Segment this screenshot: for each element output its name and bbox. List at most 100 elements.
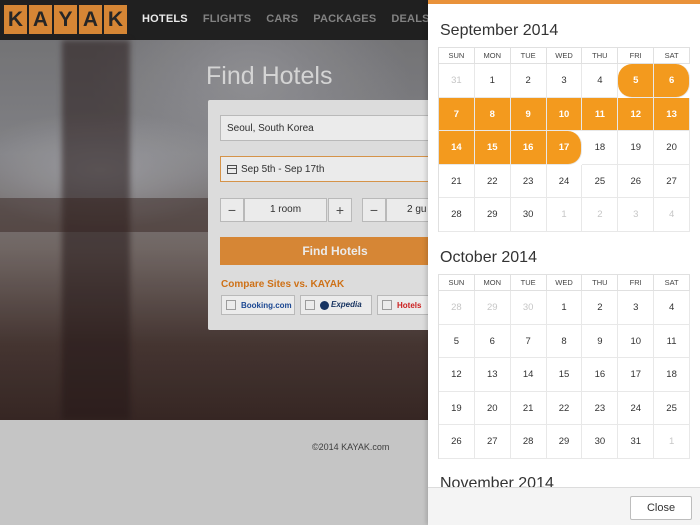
- week-row: 5 6 7 8 9 10 11: [439, 324, 691, 358]
- weekday-label: MON: [474, 48, 511, 64]
- weekday-label: SUN: [439, 275, 475, 291]
- month-year: 2014: [501, 249, 537, 266]
- selected-day-cell[interactable]: 9: [510, 97, 547, 131]
- weekday-label: FRI: [618, 275, 655, 291]
- weekday-label: TUE: [510, 275, 547, 291]
- day-cell[interactable]: 1: [546, 291, 583, 325]
- day-cell[interactable]: 18: [654, 358, 691, 392]
- selected-day-cell[interactable]: 17: [546, 131, 583, 165]
- calendar-grid: SUN MON TUE WED THU FRI SAT 28 29 30 1 2 3 4 5 6 7 8 9 10 11…: [438, 274, 691, 459]
- day-cell[interactable]: 2: [582, 198, 619, 232]
- selected-day-cell[interactable]: 14: [439, 131, 475, 165]
- day-cell[interactable]: 4: [654, 198, 691, 232]
- day-cell[interactable]: 31: [618, 425, 655, 459]
- selected-day-cell[interactable]: 6: [654, 64, 691, 98]
- weekday-label: SUN: [439, 48, 475, 64]
- day-cell[interactable]: 15: [546, 358, 583, 392]
- day-cell[interactable]: 23: [510, 164, 547, 198]
- day-cell[interactable]: 22: [474, 164, 511, 198]
- close-button[interactable]: Close: [630, 496, 692, 520]
- week-row: 14 15 16 17 18 19 20: [439, 131, 691, 165]
- week-row: 19 20 21 22 23 24 25: [439, 391, 691, 425]
- date-picker-panel: September 2014 SUN MON TUE WED THU FRI SAT 31 1 2…: [428, 0, 700, 525]
- weekday-label: MON: [474, 275, 511, 291]
- day-cell[interactable]: 27: [474, 425, 511, 459]
- day-cell[interactable]: 6: [474, 324, 511, 358]
- selected-day-cell[interactable]: 5: [618, 64, 655, 98]
- day-cell[interactable]: 28: [510, 425, 547, 459]
- month-october: October 2014 SUN MON TUE WED THU FRI SAT 28 29 30…: [438, 248, 691, 459]
- weekday-label: WED: [546, 48, 583, 64]
- week-row: 21 22 23 24 25 26 27: [439, 164, 691, 198]
- day-cell[interactable]: 3: [618, 198, 655, 232]
- weekday-header-row: SUN MON TUE WED THU FRI SAT: [439, 48, 691, 64]
- day-cell[interactable]: 26: [618, 164, 655, 198]
- month-title: October 2014: [440, 248, 690, 268]
- selected-day-cell[interactable]: 11: [582, 97, 619, 131]
- selected-day-cell[interactable]: 12: [618, 97, 655, 131]
- day-cell[interactable]: 23: [582, 391, 619, 425]
- weekday-label: SAT: [654, 48, 691, 64]
- day-cell[interactable]: 22: [546, 391, 583, 425]
- day-cell[interactable]: 17: [618, 358, 655, 392]
- selected-day-cell[interactable]: 10: [546, 97, 583, 131]
- day-cell[interactable]: 29: [474, 291, 511, 325]
- day-cell[interactable]: 4: [654, 291, 691, 325]
- selected-day-cell[interactable]: 15: [474, 131, 511, 165]
- day-cell[interactable]: 11: [654, 324, 691, 358]
- day-cell[interactable]: 1: [654, 425, 691, 459]
- day-cell[interactable]: 13: [474, 358, 511, 392]
- week-row: 12 13 14 15 16 17 18: [439, 358, 691, 392]
- weekday-header-row: SUN MON TUE WED THU FRI SAT: [439, 275, 691, 291]
- day-cell[interactable]: 18: [582, 131, 619, 165]
- panel-accent-bar: [428, 0, 700, 4]
- day-cell[interactable]: 24: [546, 164, 583, 198]
- background-overlay[interactable]: [0, 0, 428, 525]
- day-cell[interactable]: 2: [510, 64, 547, 98]
- selected-day-cell[interactable]: 13: [654, 97, 691, 131]
- day-cell[interactable]: 24: [618, 391, 655, 425]
- day-cell[interactable]: 28: [439, 198, 475, 232]
- day-cell[interactable]: 26: [439, 425, 475, 459]
- day-cell[interactable]: 31: [439, 64, 475, 98]
- day-cell[interactable]: 25: [582, 164, 619, 198]
- day-cell[interactable]: 30: [510, 291, 547, 325]
- day-cell[interactable]: 10: [618, 324, 655, 358]
- day-cell[interactable]: 14: [510, 358, 547, 392]
- day-cell[interactable]: 3: [618, 291, 655, 325]
- day-cell[interactable]: 3: [546, 64, 583, 98]
- day-cell[interactable]: 2: [582, 291, 619, 325]
- day-cell[interactable]: 27: [654, 164, 691, 198]
- month-september: September 2014 SUN MON TUE WED THU FRI SAT 31 1 2…: [438, 21, 691, 232]
- day-cell[interactable]: 5: [439, 324, 475, 358]
- weekday-label: THU: [582, 275, 619, 291]
- day-cell[interactable]: 25: [654, 391, 691, 425]
- day-cell[interactable]: 7: [510, 324, 547, 358]
- day-cell[interactable]: 30: [510, 198, 547, 232]
- day-cell[interactable]: 1: [546, 198, 583, 232]
- day-cell[interactable]: 4: [582, 64, 619, 98]
- day-cell[interactable]: 21: [510, 391, 547, 425]
- day-cell[interactable]: 20: [474, 391, 511, 425]
- day-cell[interactable]: 28: [439, 291, 475, 325]
- week-row: 7 8 9 10 11 12 13: [439, 97, 691, 131]
- month-title: September 2014: [440, 21, 690, 41]
- weekday-label: FRI: [618, 48, 655, 64]
- day-cell[interactable]: 12: [439, 358, 475, 392]
- day-cell[interactable]: 30: [582, 425, 619, 459]
- day-cell[interactable]: 9: [582, 324, 619, 358]
- day-cell[interactable]: 16: [582, 358, 619, 392]
- selected-day-cell[interactable]: 8: [474, 97, 511, 131]
- day-cell[interactable]: 29: [546, 425, 583, 459]
- month-name: October: [440, 249, 497, 266]
- selected-day-cell[interactable]: 16: [510, 131, 547, 165]
- day-cell[interactable]: 19: [618, 131, 655, 165]
- day-cell[interactable]: 19: [439, 391, 475, 425]
- day-cell[interactable]: 1: [474, 64, 511, 98]
- weekday-label: WED: [546, 275, 583, 291]
- day-cell[interactable]: 21: [439, 164, 475, 198]
- day-cell[interactable]: 29: [474, 198, 511, 232]
- day-cell[interactable]: 20: [654, 131, 691, 165]
- selected-day-cell[interactable]: 7: [439, 97, 475, 131]
- day-cell[interactable]: 8: [546, 324, 583, 358]
